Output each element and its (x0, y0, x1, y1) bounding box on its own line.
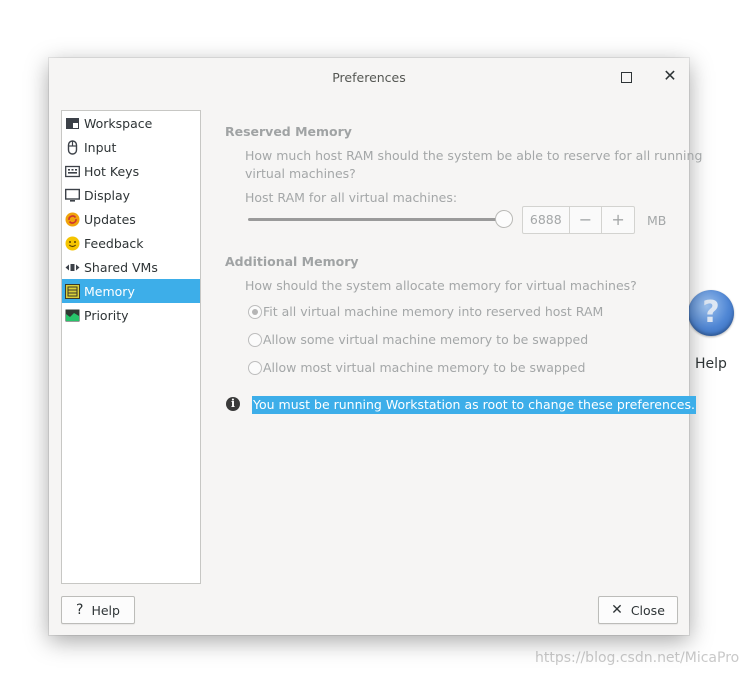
close-button[interactable]: ✕ Close (598, 596, 678, 624)
help-icon: ? (688, 290, 734, 336)
help-button[interactable]: ? Help (61, 596, 135, 624)
window-close-button[interactable]: ✕ (661, 67, 679, 85)
maximize-button[interactable] (621, 72, 632, 83)
desktop-help-label: Help (695, 356, 727, 372)
host-ram-spinbox[interactable]: 6888 − + (522, 206, 635, 234)
priority-icon (65, 308, 80, 323)
help-button-label: Help (91, 602, 120, 618)
sidebar-item-label: Display (84, 187, 131, 203)
sidebar-item-label: Memory (84, 283, 135, 299)
preferences-sidebar: Workspace Input Hot Keys Display Updates (61, 110, 201, 584)
reserved-memory-question: How much host RAM should the system be a… (245, 148, 703, 163)
sidebar-item-hot-keys[interactable]: Hot Keys (62, 159, 200, 183)
sidebar-item-workspace[interactable]: Workspace (62, 111, 200, 135)
sidebar-item-feedback[interactable]: Feedback (62, 231, 200, 255)
radio-allow-most[interactable] (248, 361, 262, 375)
sidebar-item-label: Priority (84, 307, 129, 323)
sidebar-item-priority[interactable]: Priority (62, 303, 200, 327)
decrement-button[interactable]: − (570, 207, 603, 233)
desktop-help-launcher[interactable]: ? Help (684, 290, 738, 372)
sidebar-item-label: Hot Keys (84, 163, 140, 179)
sidebar-item-label: Workspace (84, 115, 153, 131)
memory-chip-icon (65, 283, 80, 299)
question-icon: ? (76, 602, 84, 618)
window-title: Preferences (332, 70, 406, 85)
radio-allow-most-label[interactable]: Allow most virtual machine memory to be … (263, 360, 585, 375)
radio-allow-some[interactable] (248, 333, 262, 347)
watermark: https://blog.csdn.net/MicaPro (535, 650, 740, 666)
unit-label: MB (647, 213, 667, 228)
close-icon: ✕ (611, 602, 623, 618)
additional-memory-question: How should the system allocate memory fo… (245, 278, 637, 293)
host-ram-label: Host RAM for all virtual machines: (245, 190, 458, 205)
updates-icon (65, 212, 80, 227)
radio-fit-all[interactable] (248, 305, 262, 319)
host-ram-slider[interactable] (248, 218, 504, 221)
monitor-icon (64, 188, 81, 203)
sidebar-item-label: Shared VMs (84, 259, 158, 275)
reserved-memory-title: Reserved Memory (225, 124, 352, 139)
sidebar-item-label: Feedback (84, 235, 144, 251)
info-icon: i (226, 397, 240, 411)
sidebar-item-input[interactable]: Input (62, 135, 200, 159)
sidebar-item-display[interactable]: Display (62, 183, 200, 207)
title-bar: Preferences ✕ (49, 58, 689, 98)
sidebar-item-memory[interactable]: Memory (62, 279, 200, 303)
workspace-icon (65, 116, 80, 131)
increment-button[interactable]: + (602, 207, 634, 233)
preferences-dialog: Preferences ✕ Workspace Input Hot Keys D… (49, 58, 702, 635)
sidebar-item-updates[interactable]: Updates (62, 207, 200, 231)
radio-fit-all-label[interactable]: Fit all virtual machine memory into rese… (263, 304, 603, 319)
radio-allow-some-label[interactable]: Allow some virtual machine memory to be … (263, 332, 588, 347)
sidebar-item-label: Updates (84, 211, 136, 227)
mouse-icon (65, 139, 80, 155)
additional-memory-title: Additional Memory (225, 254, 359, 269)
smiley-icon (65, 236, 80, 251)
keyboard-icon (65, 164, 80, 179)
host-ram-slider-handle[interactable] (495, 210, 513, 228)
root-required-notice: You must be running Workstation as root … (252, 396, 696, 414)
close-button-label: Close (630, 602, 665, 618)
host-ram-value[interactable]: 6888 (523, 207, 570, 233)
sidebar-item-shared-vms[interactable]: Shared VMs (62, 255, 200, 279)
sidebar-item-label: Input (84, 139, 117, 155)
reserved-memory-question-cont: virtual machines? (245, 166, 356, 181)
shared-vms-icon (65, 260, 80, 275)
